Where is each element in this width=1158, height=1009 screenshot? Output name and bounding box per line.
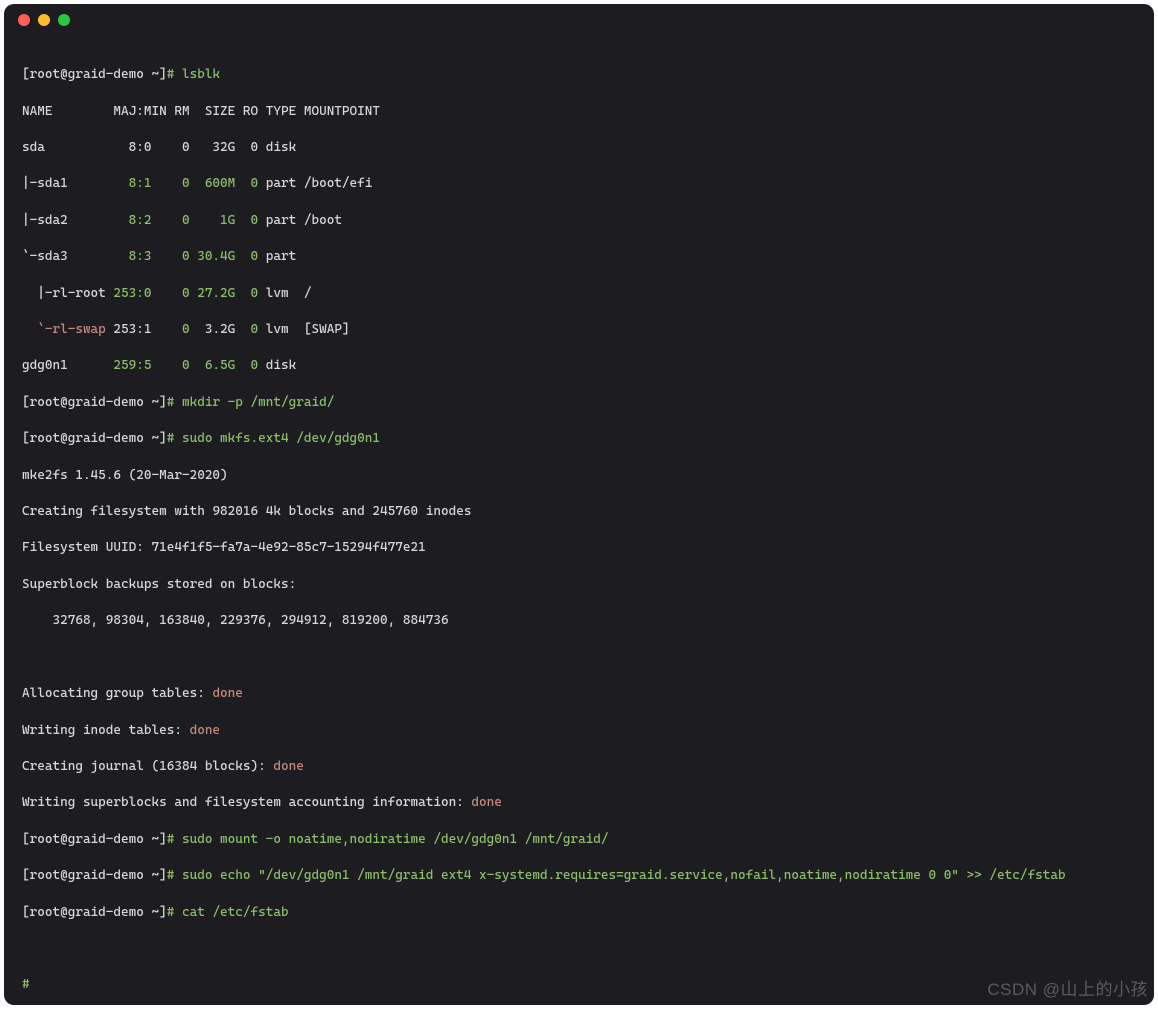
prompt-line: [root@graid-demo ~]# mkdir -p /mnt/graid… — [22, 394, 1136, 412]
lsblk-row: `-sda3 8:3 0 30.4G 0 part — [22, 248, 1136, 266]
mkfs-out: Superblock backups stored on blocks: — [22, 576, 1136, 594]
mkfs-out: Writing superblocks and filesystem accou… — [22, 794, 1136, 812]
done-text: done — [212, 686, 242, 701]
prompt-line: [root@graid-demo ~]# sudo echo "/dev/gdg… — [22, 867, 1136, 885]
mkfs-out: mke2fs 1.45.6 (20-Mar-2020) — [22, 467, 1136, 485]
lsblk-row: sda 8:0 0 32G 0 disk — [22, 139, 1136, 157]
cmd-echo: sudo echo "/dev/gdg0n1 /mnt/graid ext4 x… — [182, 868, 1066, 883]
prompt-line: [root@graid-demo ~]# lsblk — [22, 66, 1136, 84]
maximize-icon[interactable] — [58, 14, 70, 26]
blank — [22, 940, 1136, 958]
hash: # — [167, 67, 182, 82]
cmd-cat: cat /etc/fstab — [182, 905, 289, 920]
lsblk-row-swap: `-rl-swap 253:1 0 3.2G 0 lvm [SWAP] — [22, 321, 1136, 339]
cmd-mount: sudo mount -o noatime,nodiratime /dev/gd… — [182, 832, 609, 847]
prompt: [root@graid-demo ~] — [22, 67, 167, 82]
fstab-comment: # — [22, 976, 1136, 994]
mkfs-out: Allocating group tables: done — [22, 685, 1136, 703]
minimize-icon[interactable] — [38, 14, 50, 26]
mkfs-out: Filesystem UUID: 71e4f1f5-fa7a-4e92-85c7… — [22, 539, 1136, 557]
window-titlebar — [4, 4, 1154, 36]
mkfs-out: 32768, 98304, 163840, 229376, 294912, 81… — [22, 612, 1136, 630]
lsblk-header: NAME MAJ:MIN RM SIZE RO TYPE MOUNTPOINT — [22, 103, 1136, 121]
cmd-lsblk: lsblk — [182, 67, 220, 82]
cmd-mkdir: mkdir -p /mnt/graid/ — [182, 395, 334, 410]
lsblk-row: gdg0n1 259:5 0 6.5G 0 disk — [22, 357, 1136, 375]
terminal-window: [root@graid-demo ~]# lsblk NAME MAJ:MIN … — [4, 4, 1154, 1005]
prompt-line: [root@graid-demo ~]# sudo mount -o noati… — [22, 831, 1136, 849]
blank — [22, 649, 1136, 667]
close-icon[interactable] — [18, 14, 30, 26]
cmd-mkfs: sudo mkfs.ext4 /dev/gdg0n1 — [182, 431, 380, 446]
mkfs-out: Creating journal (16384 blocks): done — [22, 758, 1136, 776]
lsblk-row: |-rl-root 253:0 0 27.2G 0 lvm / — [22, 285, 1136, 303]
prompt-line: [root@graid-demo ~]# cat /etc/fstab — [22, 904, 1136, 922]
prompt-line: [root@graid-demo ~]# sudo mkfs.ext4 /dev… — [22, 430, 1136, 448]
terminal-body[interactable]: [root@graid-demo ~]# lsblk NAME MAJ:MIN … — [4, 36, 1154, 1005]
mkfs-out: Creating filesystem with 982016 4k block… — [22, 503, 1136, 521]
watermark-text: CSDN @山上的小孩 — [987, 981, 1148, 999]
mkfs-out: Writing inode tables: done — [22, 722, 1136, 740]
lsblk-row: |-sda1 8:1 0 600M 0 part /boot/efi — [22, 175, 1136, 193]
lsblk-row: |-sda2 8:2 0 1G 0 part /boot — [22, 212, 1136, 230]
